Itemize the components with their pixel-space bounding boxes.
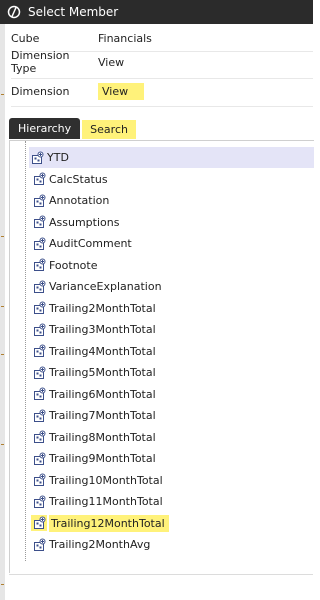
tree-item[interactable]: Trailing11MonthTotal	[31, 491, 163, 512]
member-icon	[31, 537, 47, 553]
tree-item-label: Trailing6MonthTotal	[49, 387, 156, 401]
tree-item-label: AuditComment	[49, 237, 132, 250]
tree-item-label: VarianceExplanation	[49, 280, 162, 293]
app-logo-icon	[6, 4, 22, 20]
divider	[9, 574, 313, 575]
dimension-type-label: Dimension Type	[11, 49, 70, 75]
member-icon	[31, 193, 47, 209]
member-icon	[31, 408, 47, 424]
dimension-type-value: View	[98, 55, 125, 69]
tree-item[interactable]: Trailing2MonthAvg	[31, 534, 150, 555]
tree-item[interactable]: AuditComment	[31, 233, 132, 254]
tree-item-label: Trailing9MonthTotal	[49, 452, 156, 465]
member-icon	[29, 150, 45, 166]
tree-item-label: Trailing7MonthTotal	[49, 409, 156, 422]
tree-item-label: Assumptions	[49, 215, 120, 229]
dimension-label: Dimension	[11, 84, 70, 98]
member-icon	[31, 451, 47, 467]
tree-item-label: CalcStatus	[49, 172, 108, 186]
member-icon	[31, 472, 47, 488]
member-icon	[31, 429, 47, 445]
tree-item[interactable]: CalcStatus	[31, 169, 108, 190]
tree-item[interactable]: Trailing9MonthTotal	[31, 448, 156, 469]
member-icon	[31, 171, 47, 187]
tree-item[interactable]: Trailing6MonthTotal	[31, 384, 156, 405]
tree-connector-line	[25, 141, 26, 561]
title-bar: Select Member	[0, 0, 313, 24]
cube-label: Cube	[11, 31, 40, 45]
member-icon	[31, 257, 47, 273]
member-icon	[31, 279, 47, 295]
member-tree[interactable]: YTD CalcStatus Annotation Assumptions AuditC…	[9, 140, 314, 573]
cube-row: Cube Financials	[11, 27, 152, 49]
dimension-value: View	[98, 82, 145, 100]
member-icon	[31, 322, 47, 338]
tree-item[interactable]: Trailing3MonthTotal	[31, 319, 156, 340]
member-icon	[31, 386, 47, 402]
tree-item-label: Trailing5MonthTotal	[49, 366, 156, 379]
tree-item[interactable]: Footnote	[31, 255, 98, 276]
tree-item-label: Trailing8MonthTotal	[49, 430, 156, 444]
tab-strip: Hierarchy Search	[9, 118, 136, 139]
tree-item-label: Trailing11MonthTotal	[49, 495, 163, 508]
divider	[11, 106, 313, 107]
dimension-type-row: Dimension Type View	[11, 49, 125, 75]
member-icon	[31, 236, 47, 252]
tree-item[interactable]: Trailing4MonthTotal	[31, 341, 156, 362]
tree-item-label: Trailing4MonthTotal	[49, 344, 156, 358]
tree-item[interactable]: Trailing5MonthTotal	[31, 362, 156, 383]
tree-item-label: Trailing2MonthTotal	[49, 301, 156, 315]
tree-item-label: YTD	[47, 151, 69, 164]
tree-item-label: Footnote	[49, 258, 98, 272]
tab-search[interactable]: Search	[82, 120, 136, 139]
tree-item[interactable]: Trailing2MonthTotal	[31, 298, 156, 319]
tree-item[interactable]: Trailing10MonthTotal	[31, 470, 163, 491]
tree-item-label: Trailing12MonthTotal	[49, 514, 169, 532]
tree-item-label: Trailing3MonthTotal	[49, 323, 156, 336]
tree-item[interactable]: YTD	[29, 147, 314, 168]
tree-item[interactable]: Trailing7MonthTotal	[31, 405, 156, 426]
tree-item[interactable]: VarianceExplanation	[31, 276, 162, 297]
cube-value: Financials	[98, 31, 152, 45]
tab-hierarchy[interactable]: Hierarchy	[9, 118, 81, 139]
member-icon	[31, 300, 47, 316]
window-title: Select Member	[28, 5, 119, 19]
member-icon	[31, 343, 47, 359]
tree-item[interactable]: Trailing12MonthTotal	[31, 513, 169, 534]
member-icon	[31, 494, 47, 510]
tree-item[interactable]: Trailing8MonthTotal	[31, 427, 156, 448]
tree-item-label: Trailing10MonthTotal	[49, 473, 163, 487]
member-icon	[31, 365, 47, 381]
member-icon	[31, 214, 47, 230]
divider	[11, 78, 313, 79]
tree-item[interactable]: Annotation	[31, 190, 109, 211]
dimension-row: Dimension View	[11, 80, 145, 102]
member-icon	[31, 515, 47, 531]
tree-item-label: Annotation	[49, 194, 110, 207]
tree-item-label: Trailing2MonthAvg	[49, 538, 151, 551]
tree-item[interactable]: Assumptions	[31, 212, 119, 233]
